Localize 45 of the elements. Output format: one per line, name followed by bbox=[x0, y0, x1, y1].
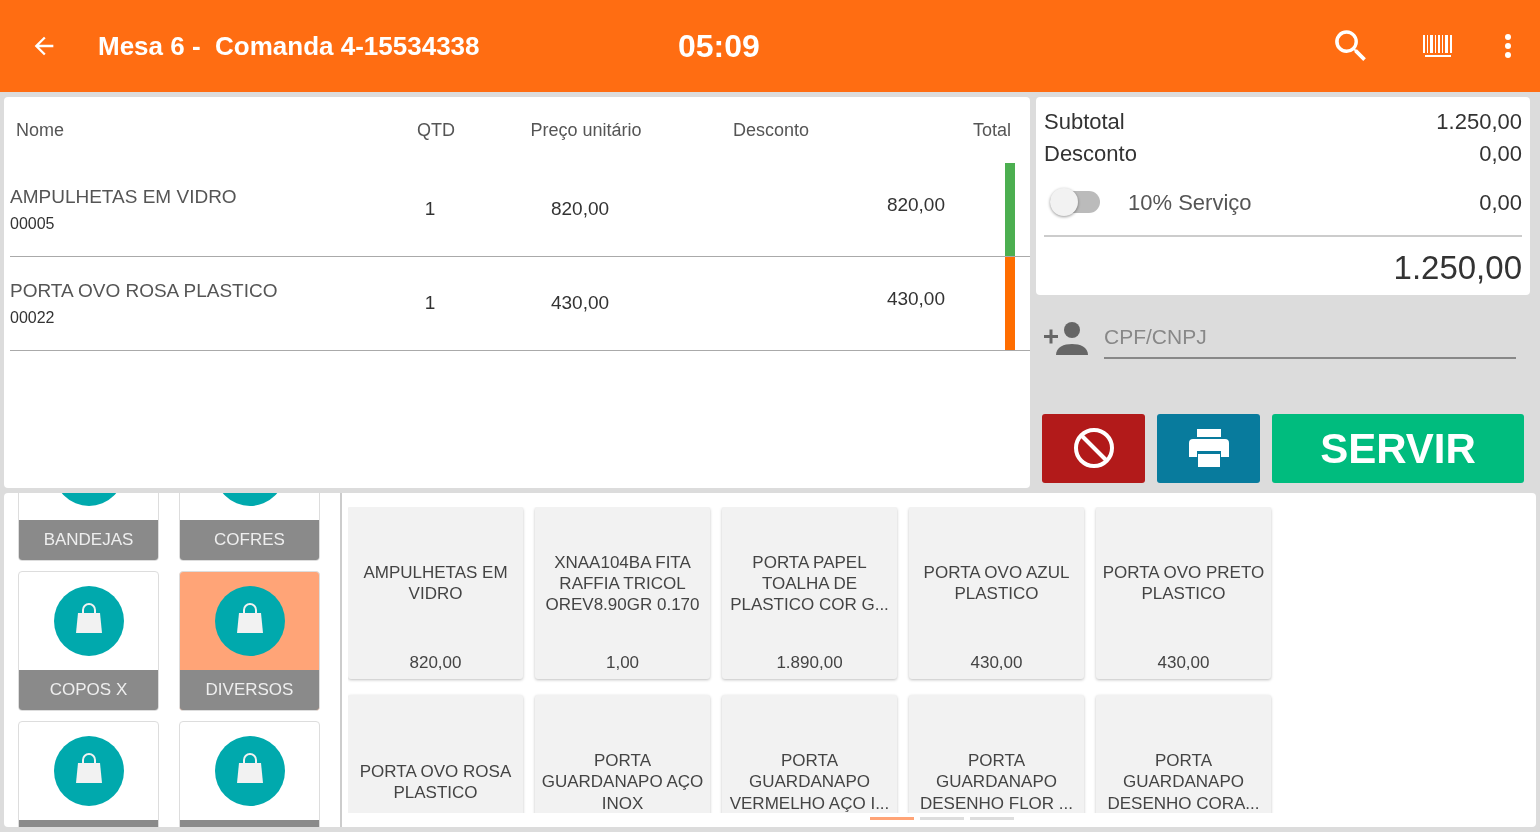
cancel-button[interactable] bbox=[1042, 413, 1145, 483]
more-options-icon[interactable] bbox=[1504, 33, 1512, 59]
product-tile[interactable]: PORTA OVO PRETO PLASTICO 430,00 bbox=[1096, 507, 1271, 679]
product-tile[interactable]: PORTA GUARDANAPO DESENHO CORA... bbox=[1096, 695, 1271, 813]
product-tile[interactable]: XNAA104BA FITA RAFFIA TRICOL OREV8.90GR 0.170 1,00 bbox=[535, 507, 710, 679]
printer-icon bbox=[1188, 429, 1229, 467]
subtotal-label: Subtotal bbox=[1044, 108, 1125, 136]
column-header: Total bbox=[972, 119, 1011, 140]
product-tile[interactable]: PORTA GUARDANAPO DESENHO FLOR ... bbox=[909, 695, 1084, 813]
add-person-icon bbox=[1044, 320, 1088, 355]
item-total: 820,00 bbox=[886, 194, 945, 216]
product-tile[interactable]: AMPULHETAS EM VIDRO 820,00 bbox=[348, 507, 523, 679]
item-unit-price: 820,00 bbox=[550, 198, 610, 220]
elapsed-time: 05:09 bbox=[678, 27, 760, 66]
item-unit-price: 430,00 bbox=[550, 292, 610, 314]
item-name: PORTA OVO ROSA PLASTICO bbox=[10, 279, 279, 304]
column-header: Desconto bbox=[732, 119, 809, 140]
order-title: Mesa 6 - Comanda 4-15534338 bbox=[98, 29, 481, 63]
category-tile[interactable] bbox=[18, 721, 159, 827]
service-value: 0,00 bbox=[1479, 188, 1522, 217]
column-header: QTD bbox=[417, 119, 455, 140]
item-total: 430,00 bbox=[886, 288, 945, 310]
item-quantity: 1 bbox=[424, 292, 436, 314]
column-header: Preço unitário bbox=[530, 119, 642, 140]
product-tile[interactable]: PORTA OVO ROSA PLASTICO bbox=[348, 695, 523, 813]
service-toggle[interactable] bbox=[1050, 191, 1100, 213]
product-tile[interactable]: PORTA PAPEL TOALHA DE PLASTICO COR G... 1.890,00 bbox=[722, 507, 897, 679]
total-value: 1.250,00 bbox=[1393, 249, 1522, 286]
product-tile[interactable]: PORTA GUARDANAPO AÇO INOX bbox=[535, 695, 710, 813]
prohibited-icon bbox=[1072, 427, 1115, 469]
cpf-cnpj-field[interactable]: CPF/CNPJ bbox=[1104, 317, 1516, 359]
item-code: 00005 bbox=[10, 213, 56, 234]
discount-value: 0,00 bbox=[1479, 140, 1522, 168]
category-tile[interactable] bbox=[179, 721, 320, 827]
item-name: AMPULHETAS EM VIDRO bbox=[10, 185, 238, 210]
discount-label: Desconto bbox=[1044, 140, 1137, 168]
print-button[interactable] bbox=[1157, 413, 1260, 483]
service-label: 10% Serviço bbox=[1128, 188, 1252, 217]
column-header: Nome bbox=[16, 119, 64, 140]
item-code: 00022 bbox=[10, 307, 56, 328]
subtotal-value: 1.250,00 bbox=[1436, 108, 1522, 136]
item-quantity: 1 bbox=[424, 198, 436, 220]
barcode-icon[interactable] bbox=[1422, 34, 1454, 58]
product-tile[interactable]: PORTA GUARDANAPO VERMELHO AÇO I... bbox=[722, 695, 897, 813]
product-tile[interactable]: PORTA OVO AZUL PLASTICO 430,00 bbox=[909, 507, 1084, 679]
